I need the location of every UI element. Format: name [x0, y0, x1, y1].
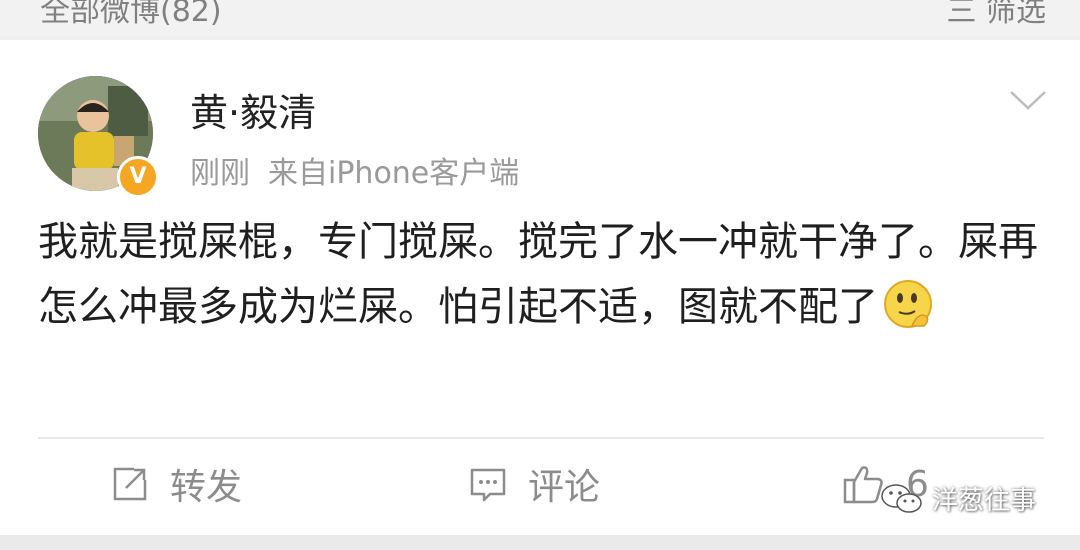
watermark-text: 洋葱往事	[932, 486, 1037, 516]
filter-button[interactable]: 三 筛选	[946, 0, 1046, 30]
top-bar: 全部微博(82) 三 筛选	[0, 0, 1080, 36]
post-source: 来自iPhone客户端	[268, 156, 520, 191]
post-time: 刚刚	[190, 156, 250, 191]
wechat-icon	[881, 483, 922, 513]
thinking-smiley-icon	[884, 280, 932, 328]
comment-button[interactable]: 评论	[468, 460, 600, 508]
share-icon	[113, 467, 147, 501]
all-posts-count[interactable]: 全部微博(82)	[40, 0, 222, 30]
post-meta: 刚刚 来自iPhone客户端	[190, 148, 519, 192]
chevron-down-icon[interactable]	[1008, 84, 1048, 114]
username[interactable]: 黄·毅清	[190, 82, 316, 137]
divider	[38, 437, 1044, 439]
comment-icon	[470, 468, 506, 502]
post-card: V 黄·毅清 刚刚 来自iPhone客户端 我就是搅屎棍，专门搅屎。搅完了水一冲就…	[0, 40, 1080, 535]
watermark: 洋葱往事	[880, 480, 1036, 517]
forward-label: 转发	[170, 467, 243, 508]
comment-label: 评论	[528, 467, 601, 508]
bottom-strip	[0, 535, 1080, 550]
verified-badge-icon: V	[117, 156, 159, 198]
forward-button[interactable]: 转发	[110, 460, 242, 508]
post-text: 我就是搅屎棍，专门搅屎。搅完了水一冲就干净了。屎再怎么冲最多成为烂屎。怕引起不适…	[38, 210, 1038, 340]
